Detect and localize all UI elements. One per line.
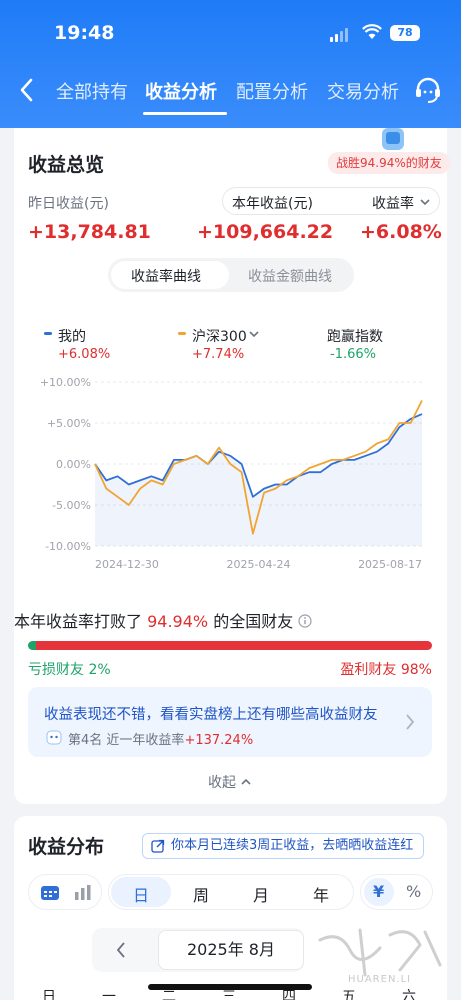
- leaderboard-promo[interactable]: 收益表现还不错，看看实盘榜上还有哪些高收益财友 第4名 近一年收益率+137.2…: [28, 687, 432, 757]
- loss-win-bar: [28, 641, 432, 650]
- promo-text: 收益表现还不错，看看实盘榜上还有哪些高收益财友: [44, 707, 378, 723]
- unit-yuan[interactable]: ¥: [373, 882, 384, 901]
- legend-hs300-value: +7.74%: [192, 347, 245, 362]
- chevron-left-icon[interactable]: [114, 940, 128, 960]
- chevron-up-icon: [241, 778, 252, 785]
- weekday-mon: 一: [102, 989, 116, 1000]
- rank-value: +137.24%: [184, 733, 254, 748]
- collapse-label: 收起: [208, 775, 236, 791]
- period-year[interactable]: 年: [313, 882, 329, 906]
- active-tab-indicator: [143, 112, 227, 115]
- curve-toggle: 收益率曲线 收益金额曲线: [108, 258, 354, 292]
- tab-amount-curve[interactable]: 收益金额曲线: [248, 266, 332, 286]
- tab-rate-curve[interactable]: 收益率曲线: [131, 266, 201, 286]
- loss-label: 亏损财友 2%: [28, 662, 111, 678]
- battery-icon: 78: [390, 25, 420, 41]
- win-label: 盈利财友 98%: [340, 662, 432, 678]
- period-week[interactable]: 周: [193, 882, 209, 906]
- watermark-text: HUAREN.LI: [348, 974, 412, 985]
- year-profit-value: +109,664.22: [197, 221, 334, 243]
- x-tick-label: 2025-08-17: [358, 558, 422, 570]
- rate-label[interactable]: 收益率: [372, 193, 414, 213]
- month-picker: 2025年 8月: [92, 928, 304, 972]
- streak-share-button[interactable]: 你本月已连续3周正收益，去晒晒收益连红: [142, 833, 425, 859]
- period-day[interactable]: 日: [133, 882, 149, 906]
- info-icon[interactable]: [298, 614, 312, 628]
- header: 19:48 78 全部持有 收益分析 配置分析 交易分析: [0, 0, 461, 128]
- tab-profit-analysis[interactable]: 收益分析: [145, 78, 217, 104]
- mascot-avatar-icon: [46, 730, 62, 745]
- chevron-right-icon[interactable]: [404, 712, 416, 732]
- chevron-down-icon[interactable]: [419, 197, 431, 207]
- status-time: 19:48: [54, 22, 115, 44]
- calendar-icon[interactable]: [39, 883, 61, 901]
- view-type-switch: [28, 874, 102, 910]
- top-nav: 全部持有 收益分析 配置分析 交易分析: [0, 72, 461, 115]
- weekday-sun: 日: [42, 989, 56, 1000]
- back-arrow-icon[interactable]: [14, 76, 42, 104]
- rank-desc: 近一年收益率: [106, 733, 185, 748]
- unit-switch: ¥ %: [360, 874, 433, 910]
- overview-title: 收益总览: [28, 154, 105, 176]
- signal-icon: [330, 28, 348, 42]
- legend-mine-value: +6.08%: [58, 347, 111, 362]
- current-month[interactable]: 2025年 8月: [158, 930, 304, 970]
- series-mine-area: [95, 414, 422, 546]
- legend-mine-swatch: [44, 332, 52, 335]
- distribution-title: 收益分布: [28, 836, 105, 858]
- y-tick-label: +10.00%: [40, 376, 91, 389]
- wifi-icon: [362, 24, 382, 39]
- beat-badge: 战胜94.94%的财友: [328, 152, 450, 174]
- legend-outperform-label: 跑赢指数: [327, 329, 383, 345]
- legend-hs300-swatch: [178, 332, 186, 335]
- yesterday-profit-value: +13,784.81: [28, 221, 151, 243]
- year-profit-label: 本年收益(元): [232, 196, 313, 212]
- x-tick-label: 2025-04-24: [227, 558, 291, 570]
- status-bar: 19:48 78: [0, 22, 461, 48]
- customer-service-icon[interactable]: [413, 76, 443, 104]
- y-tick-label: -10.00%: [45, 540, 91, 553]
- chevron-down-icon[interactable]: [248, 329, 260, 339]
- promo-rank: 第4名 近一年收益率+137.24%: [68, 729, 253, 748]
- tab-all-holdings[interactable]: 全部持有: [56, 78, 128, 104]
- return-rate-chart: +10.00% +5.00% 0.00% -5.00% -10.00% 2024-12-3…: [40, 376, 423, 570]
- x-tick-label: 2024-12-30: [95, 558, 159, 570]
- beat-suffix: 的全国财友: [213, 612, 294, 631]
- legend-outperform-value: -1.66%: [330, 347, 376, 362]
- y-tick-label: 0.00%: [56, 458, 91, 471]
- beat-prefix: 本年收益率打败了: [14, 612, 143, 631]
- y-tick-label: -5.00%: [52, 499, 91, 512]
- legend-mine-label: 我的: [58, 329, 86, 345]
- legend-hs300-label[interactable]: 沪深300: [192, 326, 247, 346]
- beat-text: 本年收益率打败了 94.94% 的全国财友: [14, 608, 312, 632]
- y-tick-label: +5.00%: [47, 417, 91, 430]
- collapse-button[interactable]: 收起: [208, 772, 252, 792]
- tab-allocation-analysis[interactable]: 配置分析: [236, 78, 308, 104]
- loss-share-bar: [28, 641, 37, 650]
- unit-percent[interactable]: %: [406, 882, 421, 901]
- period-switch: 日 周 月 年: [108, 874, 354, 910]
- yesterday-profit-label: 昨日收益(元): [28, 196, 109, 212]
- tab-trade-analysis[interactable]: 交易分析: [327, 78, 399, 104]
- share-icon: [151, 839, 165, 853]
- streak-text: 你本月已连续3周正收益，去晒晒收益连红: [171, 838, 414, 853]
- rate-value: +6.08%: [360, 221, 442, 243]
- beat-percent: 94.94%: [147, 612, 209, 631]
- rank-label: 第4名: [68, 733, 103, 748]
- period-month[interactable]: 月: [253, 882, 269, 906]
- win-share-bar: [36, 641, 432, 650]
- home-indicator: [148, 984, 312, 990]
- bar-chart-icon[interactable]: [73, 884, 93, 900]
